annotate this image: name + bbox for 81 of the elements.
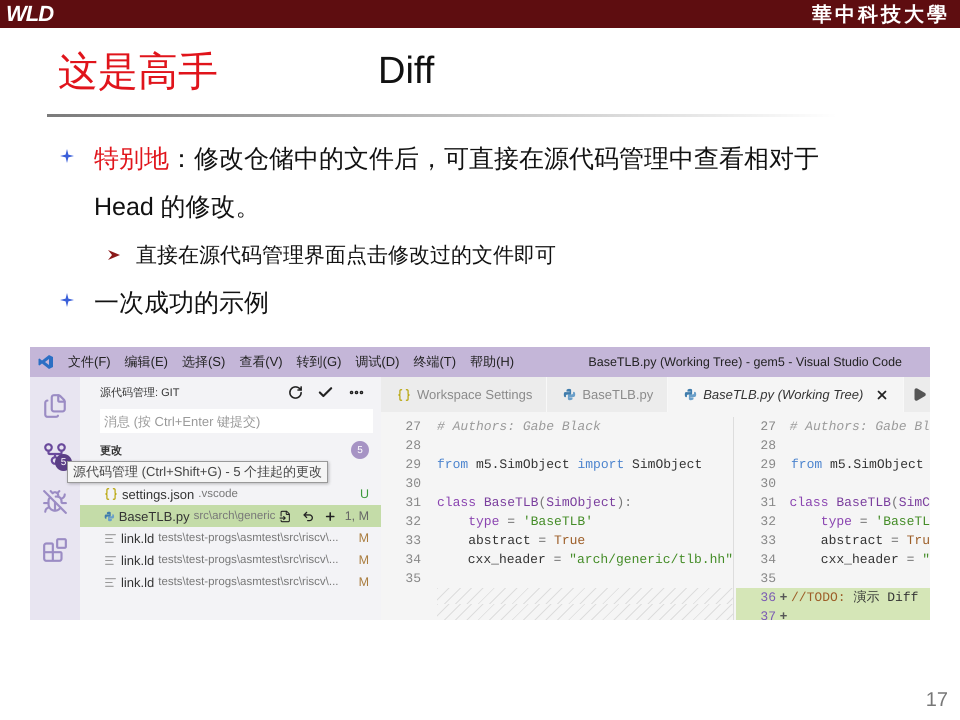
line-number: 29	[404, 456, 421, 474]
sub-bullet-text: 直接在源代码管理界面点击修改过的文件即可	[136, 243, 556, 269]
window-title: BaseTLB.py (Working Tree) - gem5 - Visual Studio Code	[588, 355, 902, 369]
menu-item[interactable]: 帮助(H)	[470, 353, 514, 371]
bullet-text: 一次成功的示例	[94, 288, 270, 319]
bullet-icon	[60, 293, 74, 307]
line-number: 30	[404, 475, 421, 493]
code-line: cxx_header = "	[820, 551, 930, 569]
menu-item[interactable]: 文件(F)	[68, 353, 111, 371]
braces-icon	[104, 487, 118, 501]
line-number: 32	[404, 513, 421, 531]
code-line: from m5.SimObject import SimObject	[437, 456, 702, 474]
file-item[interactable]: BaseTLB.py src\arch\generic 1, M	[80, 505, 381, 527]
line-number: 27	[759, 418, 776, 436]
line-number: 29	[759, 456, 776, 474]
source-control-icon[interactable]	[42, 441, 68, 467]
code-line: type = 'BaseTL	[820, 513, 930, 531]
university-name: 華中科技大學	[812, 2, 950, 28]
section-title: 更改	[100, 444, 122, 458]
added-marker: +	[778, 589, 788, 607]
code-line: class BaseTLB(SimObject):	[437, 494, 632, 512]
code-line: cxx_header = "arch/generic/tlb.hh"	[466, 551, 733, 569]
menu-item[interactable]: 终端(T)	[413, 353, 456, 371]
line-number: 31	[404, 494, 421, 512]
editor-tab[interactable]: BaseTLB.py (Working Tree)	[668, 377, 904, 412]
logo: WLD	[6, 1, 54, 27]
python-icon	[684, 388, 698, 401]
line-number: 33	[759, 532, 776, 550]
line-number: 34	[759, 551, 776, 569]
slide-title: 这是高手	[58, 48, 218, 96]
bullet-text: 特别地：修改仓储中的文件后，可直接在源代码管理中查看相对于Head 的修改。	[94, 144, 820, 223]
slide-subtitle: Diff	[378, 50, 434, 92]
code-line: # Authors: Gabe Black	[437, 418, 601, 436]
bullet-icon	[60, 149, 74, 163]
code-line: type = 'BaseTLB'	[467, 513, 594, 531]
line-number: 35	[404, 570, 421, 588]
text-file-icon	[104, 532, 117, 544]
file-item[interactable]: link.ld tests\test-progs\asmtest\src\riscv\... M	[80, 527, 381, 549]
undo-icon[interactable]	[302, 508, 314, 524]
line-number: 28	[759, 437, 776, 455]
added-marker: +	[778, 608, 788, 620]
vscode-logo-icon	[38, 354, 54, 370]
page-number: 17	[926, 689, 948, 712]
line-number: 30	[759, 475, 776, 493]
tooltip: 源代码管理 (Ctrl+Shift+G) - 5 个挂起的更改	[67, 461, 328, 483]
python-icon	[563, 388, 576, 401]
code-line: from m5.SimObject	[791, 456, 924, 474]
count-badge: 5	[351, 441, 369, 459]
arrow-bullet-icon	[108, 249, 120, 261]
line-number: 34	[404, 551, 421, 569]
line-number: 31	[759, 494, 776, 512]
code-line: abstract = True	[467, 532, 586, 550]
line-number: 27	[404, 418, 421, 436]
file-item[interactable]: link.ld tests\test-progs\asmtest\src\riscv\... M	[80, 549, 381, 571]
code-line: class BaseTLB(SimC	[790, 494, 930, 512]
line-number: 33	[404, 532, 421, 550]
open-file-icon[interactable]	[279, 508, 292, 524]
menu-item[interactable]: 调试(D)	[355, 353, 400, 371]
code-line: abstract = Tru	[820, 532, 930, 550]
code-line: # Authors: Gabe Bl	[790, 418, 930, 436]
refresh-icon[interactable]	[288, 384, 303, 400]
line-number: 32	[759, 513, 776, 531]
close-icon[interactable]	[875, 388, 890, 402]
menu-item[interactable]: 转到(G)	[296, 353, 342, 371]
sidebar-title: 源代码管理: GIT	[100, 386, 180, 400]
file-item[interactable]: settings.json .vscode U	[80, 483, 381, 505]
line-number: 28	[404, 437, 421, 455]
python-icon	[104, 510, 115, 522]
line-number: 37	[759, 608, 776, 620]
file-item[interactable]: link.ld tests\test-progs\asmtest\src\riscv\... M	[80, 571, 381, 593]
braces-icon	[397, 388, 411, 402]
line-number: 35	[759, 570, 776, 588]
menu-item[interactable]: 编辑(E)	[124, 353, 168, 371]
text-file-icon	[104, 554, 117, 566]
line-number: 36	[759, 589, 776, 607]
play-icon[interactable]	[912, 387, 928, 402]
commit-message-field[interactable]: 消息 (按 Ctrl+Enter 键提交)	[100, 409, 373, 433]
text-file-icon	[104, 576, 117, 588]
menu-item[interactable]: 选择(S)	[182, 353, 226, 371]
menu-item[interactable]: 查看(V)	[239, 353, 283, 371]
code-line: //TODO: 演示 Diff	[791, 589, 918, 607]
